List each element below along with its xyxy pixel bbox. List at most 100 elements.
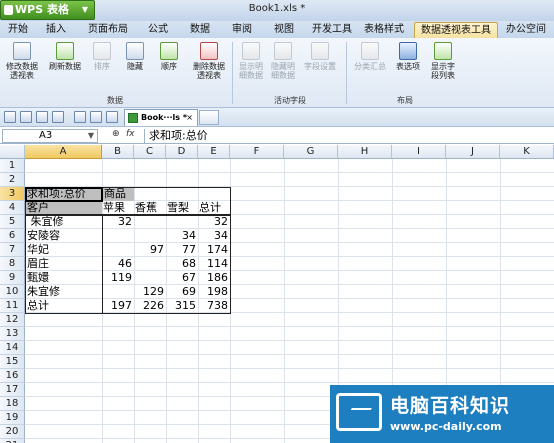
pivot-value-cell[interactable]: 67: [166, 271, 198, 285]
column-header-G[interactable]: G: [284, 145, 338, 159]
row-header[interactable]: 19: [0, 411, 25, 425]
pivot-value-cell[interactable]: [134, 229, 166, 243]
formula-input[interactable]: 求和项:总价: [144, 129, 552, 143]
redo-icon[interactable]: [90, 111, 102, 123]
pivot-value-cell[interactable]: [134, 271, 166, 285]
column-header-C[interactable]: C: [134, 145, 166, 159]
row-header[interactable]: 9: [0, 271, 25, 285]
field-settings-button[interactable]: 字段设置: [300, 42, 340, 71]
row-header[interactable]: 17: [0, 383, 25, 397]
column-header-F[interactable]: F: [230, 145, 284, 159]
pivot-row-label[interactable]: 朱宜修: [25, 285, 102, 299]
pivot-value-cell[interactable]: [102, 285, 134, 299]
row-header[interactable]: 15: [0, 355, 25, 369]
pivot-col-header[interactable]: 香蕉: [134, 201, 166, 215]
tab-insert[interactable]: 插入: [42, 22, 70, 38]
folder-open-icon[interactable]: [4, 111, 16, 123]
column-header-I[interactable]: I: [392, 145, 446, 159]
zoom-icon[interactable]: ⊕: [112, 129, 120, 139]
tab-review[interactable]: 审阅: [228, 22, 256, 38]
pivot-value-cell[interactable]: 186: [198, 271, 230, 285]
pivot-col-header[interactable]: 雪梨: [166, 201, 198, 215]
row-header[interactable]: 1: [0, 159, 25, 173]
tab-page-layout[interactable]: 页面布局: [84, 22, 132, 38]
pivot-value-cell[interactable]: 32: [102, 215, 134, 229]
pivot-value-cell[interactable]: [166, 215, 198, 229]
print-preview-icon[interactable]: [52, 111, 64, 123]
column-header-H[interactable]: H: [338, 145, 392, 159]
new-tab-button[interactable]: [199, 110, 219, 125]
column-header-B[interactable]: B: [102, 145, 134, 159]
row-header[interactable]: 21: [0, 439, 25, 443]
row-header[interactable]: 16: [0, 369, 25, 383]
pivot-value-cell[interactable]: [134, 257, 166, 271]
pivot-row-label[interactable]: 眉庄: [25, 257, 102, 271]
hide-button[interactable]: 隐藏: [120, 42, 150, 71]
refresh-data-button[interactable]: 刷新数据: [44, 42, 86, 71]
pivot-value-cell[interactable]: 114: [198, 257, 230, 271]
tab-data[interactable]: 数据: [186, 22, 214, 38]
pivot-row-label[interactable]: 总计: [25, 299, 102, 313]
pivot-value-cell[interactable]: 68: [166, 257, 198, 271]
document-tab[interactable]: Book···ls * ×: [124, 109, 198, 126]
pivot-value-cell[interactable]: 315: [166, 299, 198, 313]
pivot-value-cell[interactable]: 77: [166, 243, 198, 257]
name-box[interactable]: A3 ▼: [2, 129, 98, 143]
pivot-row-label[interactable]: 甄嬛: [25, 271, 102, 285]
column-header-A[interactable]: A: [25, 145, 102, 159]
pivot-corner-cell[interactable]: 求和项:总价: [25, 187, 102, 201]
pivot-col-header[interactable]: 苹果: [102, 201, 134, 215]
pivot-value-cell[interactable]: 226: [134, 299, 166, 313]
pivot-value-cell[interactable]: 119: [102, 271, 134, 285]
pivot-column-field[interactable]: 商品: [102, 187, 134, 201]
row-header[interactable]: 18: [0, 397, 25, 411]
pivot-value-cell[interactable]: 34: [198, 229, 230, 243]
subtotal-button[interactable]: 分类汇总: [350, 42, 390, 71]
fx-icon[interactable]: fx: [126, 129, 135, 139]
pivot-value-cell[interactable]: 198: [198, 285, 230, 299]
pivot-row-label[interactable]: 朱宜修: [25, 215, 102, 229]
pivot-col-header[interactable]: 总计: [198, 201, 230, 215]
tab-pivot-tools[interactable]: 数据透视表工具: [414, 22, 498, 38]
show-detail-button[interactable]: 显示明 细数据: [236, 42, 266, 80]
row-header[interactable]: 8: [0, 257, 25, 271]
pivot-value-cell[interactable]: [102, 243, 134, 257]
row-header[interactable]: 2: [0, 173, 25, 187]
row-header[interactable]: 20: [0, 425, 25, 439]
sort-button[interactable]: 排序: [88, 42, 116, 71]
tab-developer[interactable]: 开发工具: [310, 22, 354, 38]
save-icon[interactable]: [20, 111, 32, 123]
row-header[interactable]: 14: [0, 341, 25, 355]
modify-pivot-button[interactable]: 修改数据 透视表: [2, 42, 42, 80]
column-header-E[interactable]: E: [198, 145, 230, 159]
table-options-button[interactable]: 表选项: [392, 42, 424, 71]
row-header[interactable]: 3: [0, 187, 25, 201]
row-header[interactable]: 13: [0, 327, 25, 341]
delete-pivot-button[interactable]: 删除数据 透视表: [188, 42, 230, 80]
column-header-J[interactable]: J: [446, 145, 500, 159]
row-header[interactable]: 7: [0, 243, 25, 257]
row-header[interactable]: 5: [0, 215, 25, 229]
more-icon[interactable]: [106, 111, 118, 123]
row-header[interactable]: 11: [0, 299, 25, 313]
hide-detail-button[interactable]: 隐藏明 细数据: [268, 42, 298, 80]
close-tab-icon[interactable]: ×: [186, 110, 193, 125]
tab-formula[interactable]: 公式: [144, 22, 172, 38]
select-all-corner[interactable]: [0, 145, 25, 159]
pivot-value-cell[interactable]: [134, 215, 166, 229]
pivot-value-cell[interactable]: 174: [198, 243, 230, 257]
pivot-row-label[interactable]: 华妃: [25, 243, 102, 257]
row-header[interactable]: 12: [0, 313, 25, 327]
pivot-value-cell[interactable]: 197: [102, 299, 134, 313]
chevron-down-icon[interactable]: ▼: [88, 130, 94, 142]
pivot-value-cell[interactable]: 34: [166, 229, 198, 243]
pivot-value-cell[interactable]: 69: [166, 285, 198, 299]
print-icon[interactable]: [36, 111, 48, 123]
pivot-value-cell[interactable]: [102, 229, 134, 243]
pivot-row-field[interactable]: 客户: [25, 201, 102, 215]
pivot-value-cell[interactable]: 738: [198, 299, 230, 313]
pivot-value-cell[interactable]: 97: [134, 243, 166, 257]
column-header-D[interactable]: D: [166, 145, 198, 159]
row-header[interactable]: 4: [0, 201, 25, 215]
order-button[interactable]: 顺序: [154, 42, 184, 71]
